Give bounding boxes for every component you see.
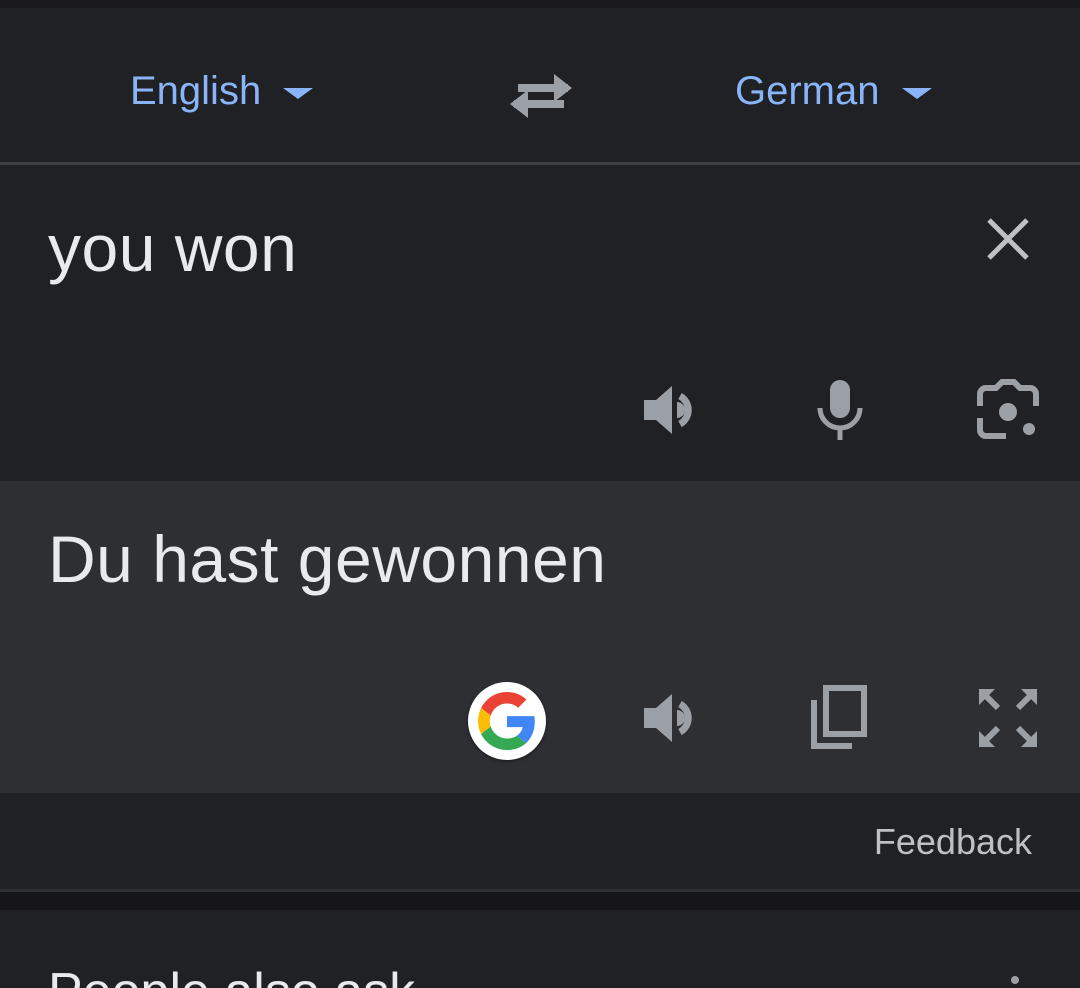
camera-lens-icon[interactable] — [976, 378, 1040, 442]
language-bar: English German — [0, 8, 1080, 163]
speaker-icon[interactable] — [640, 686, 704, 750]
source-text[interactable]: you won — [48, 210, 297, 286]
google-search-button[interactable] — [468, 682, 546, 760]
source-language-selector[interactable]: English — [130, 66, 314, 116]
fullscreen-icon[interactable] — [976, 686, 1040, 750]
translation-output-area: Du hast gewonnen — [0, 481, 1080, 793]
google-g-logo — [478, 692, 535, 750]
people-also-ask-section: People also ask — [0, 910, 1080, 988]
source-input-area[interactable]: you won — [0, 165, 1080, 481]
target-language-label: German — [735, 68, 880, 113]
translated-text: Du hast gewonnen — [48, 522, 607, 596]
section-gap — [0, 892, 1080, 910]
source-language-label: English — [130, 68, 262, 113]
copy-icon[interactable] — [808, 684, 870, 752]
top-strip — [0, 0, 1080, 8]
microphone-icon[interactable] — [814, 378, 866, 442]
target-language-selector[interactable]: German — [735, 66, 932, 116]
people-also-ask-title: People also ask — [48, 962, 415, 988]
chevron-down-icon — [901, 87, 932, 99]
feedback-link[interactable]: Feedback — [874, 821, 1032, 863]
chevron-down-icon — [283, 87, 314, 99]
feedback-bar: Feedback — [0, 793, 1080, 889]
more-options-icon[interactable] — [1011, 976, 1019, 984]
swap-languages-icon[interactable] — [508, 68, 574, 124]
close-icon[interactable] — [984, 215, 1032, 263]
speaker-icon[interactable] — [640, 378, 704, 442]
